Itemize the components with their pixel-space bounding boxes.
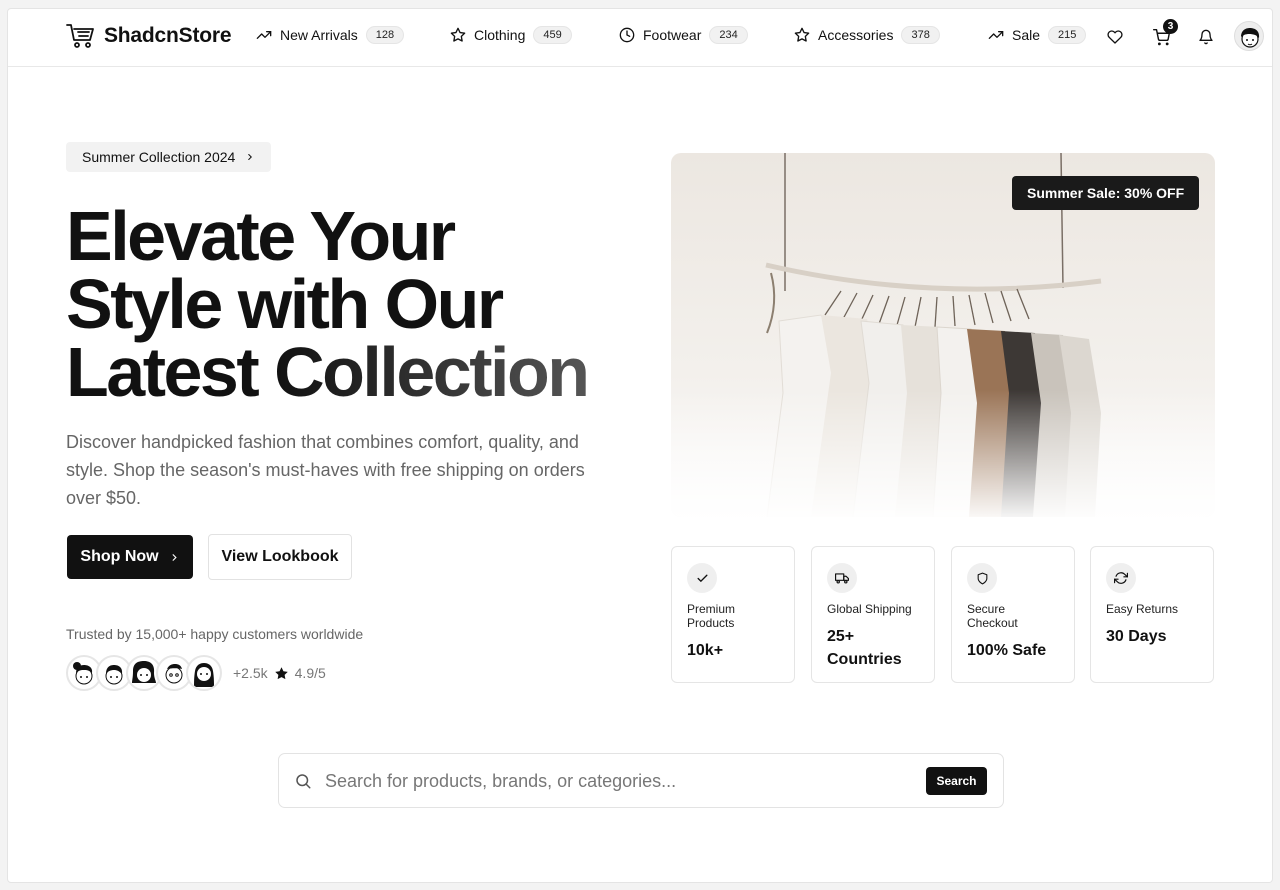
feature-title: Secure Checkout xyxy=(967,602,1018,630)
avatar-face-icon xyxy=(194,663,214,687)
nav-count-badge: 378 xyxy=(901,26,940,44)
nav-sale[interactable]: Sale 215 xyxy=(988,26,1087,44)
search-button[interactable]: Search xyxy=(926,767,987,795)
chevron-right-icon xyxy=(248,153,253,161)
view-lookbook-label: View Lookbook xyxy=(221,548,339,565)
nav-new-arrivals[interactable]: New Arrivals 128 xyxy=(256,26,405,44)
shield-icon xyxy=(977,572,987,584)
nav-count-badge: 215 xyxy=(1048,26,1087,44)
feature-icon-wrap xyxy=(1106,563,1136,593)
feature-value: 100% Safe xyxy=(967,642,1047,659)
wishlist-button[interactable] xyxy=(1104,26,1126,48)
heart-icon xyxy=(1107,30,1123,44)
refresh-icon xyxy=(1114,572,1128,584)
sale-tag: Summer Sale: 30% OFF xyxy=(1012,176,1200,210)
brand-logo[interactable]: ShadcnStore xyxy=(66,23,232,49)
bell-icon xyxy=(1199,29,1213,45)
feature-card-premium: Premium Products 10k+ xyxy=(671,546,795,683)
nav-accessories[interactable]: Accessories 378 xyxy=(794,26,940,44)
collection-pill-label: Summer Collection 2024 xyxy=(82,149,236,165)
customer-avatar xyxy=(186,655,222,691)
nav-footwear[interactable]: Footwear 234 xyxy=(619,26,748,44)
nav-label: Accessories xyxy=(818,27,894,43)
nav-count-badge: 128 xyxy=(365,26,405,44)
nav-label: New Arrivals xyxy=(280,27,358,43)
view-lookbook-button[interactable]: View Lookbook xyxy=(208,534,352,580)
trending-up-icon xyxy=(988,30,1004,39)
collection-pill[interactable]: Summer Collection 2024 xyxy=(66,142,272,172)
star-icon xyxy=(450,27,466,42)
feature-title: Premium Products xyxy=(687,602,736,630)
customer-avatars xyxy=(66,655,222,691)
extra-customers-count: +2.5k xyxy=(233,665,268,681)
feature-title: Easy Returns xyxy=(1106,602,1179,616)
nav-label: Footwear xyxy=(643,27,702,43)
star-icon xyxy=(794,27,810,42)
nav-count-badge: 234 xyxy=(709,26,748,44)
cart-button[interactable]: 3 xyxy=(1150,19,1178,48)
headline-line-3a: Latest xyxy=(66,333,260,411)
cart-count-badge: 3 xyxy=(1163,19,1178,34)
avatar-face-icon xyxy=(1241,28,1260,48)
top-navbar: ShadcnStore New Arrivals 128 Clothing 45… xyxy=(8,9,1272,67)
nav-label: Sale xyxy=(1012,27,1041,43)
clock-icon xyxy=(619,27,635,43)
star-filled-icon xyxy=(274,666,288,679)
hero-headline: Elevate Your Style with Our Latest Colle… xyxy=(66,201,646,407)
shop-now-button[interactable]: Shop Now xyxy=(67,535,193,579)
search-icon xyxy=(296,774,311,789)
feature-icon-wrap xyxy=(827,563,857,593)
headline-line-3b: Collection xyxy=(274,333,590,411)
cart-logo-icon xyxy=(66,24,94,48)
check-icon xyxy=(696,574,708,582)
nav-clothing[interactable]: Clothing 459 xyxy=(450,26,572,44)
notifications-button[interactable] xyxy=(1195,26,1217,48)
nav-label: Clothing xyxy=(474,27,526,43)
feature-icon-wrap xyxy=(967,563,997,593)
search-input[interactable] xyxy=(325,766,915,796)
feature-value: 25+ Countries xyxy=(827,628,902,668)
feature-card-secure: Secure Checkout 100% Safe xyxy=(951,546,1075,683)
brand-name: ShadcnStore xyxy=(104,24,232,47)
rating-value: 4.9/5 xyxy=(294,665,326,681)
nav-count-badge: 459 xyxy=(533,26,572,44)
trusted-text: Trusted by 15,000+ happy customers world… xyxy=(66,626,364,642)
rating-summary: +2.5k 4.9/5 xyxy=(233,665,326,681)
truck-icon xyxy=(835,573,849,584)
user-avatar[interactable] xyxy=(1234,21,1264,51)
search-bar: Search xyxy=(278,753,1004,808)
page-frame: ShadcnStore New Arrivals 128 Clothing 45… xyxy=(7,8,1273,883)
headline-line-1: Elevate Your xyxy=(66,197,456,275)
hero-subtitle: Discover handpicked fashion that combine… xyxy=(66,432,585,508)
feature-icon-wrap xyxy=(687,563,717,593)
feature-value: 30 Days xyxy=(1106,628,1167,645)
trending-up-icon xyxy=(256,30,272,39)
feature-title: Global Shipping xyxy=(827,602,912,616)
shop-now-label: Shop Now xyxy=(80,548,159,565)
feature-card-returns: Easy Returns 30 Days xyxy=(1090,546,1214,683)
headline-line-2: Style with Our xyxy=(66,265,504,343)
feature-value: 10k+ xyxy=(687,642,724,659)
chevron-right-icon xyxy=(172,553,177,561)
feature-card-shipping: Global Shipping 25+ Countries xyxy=(811,546,935,683)
